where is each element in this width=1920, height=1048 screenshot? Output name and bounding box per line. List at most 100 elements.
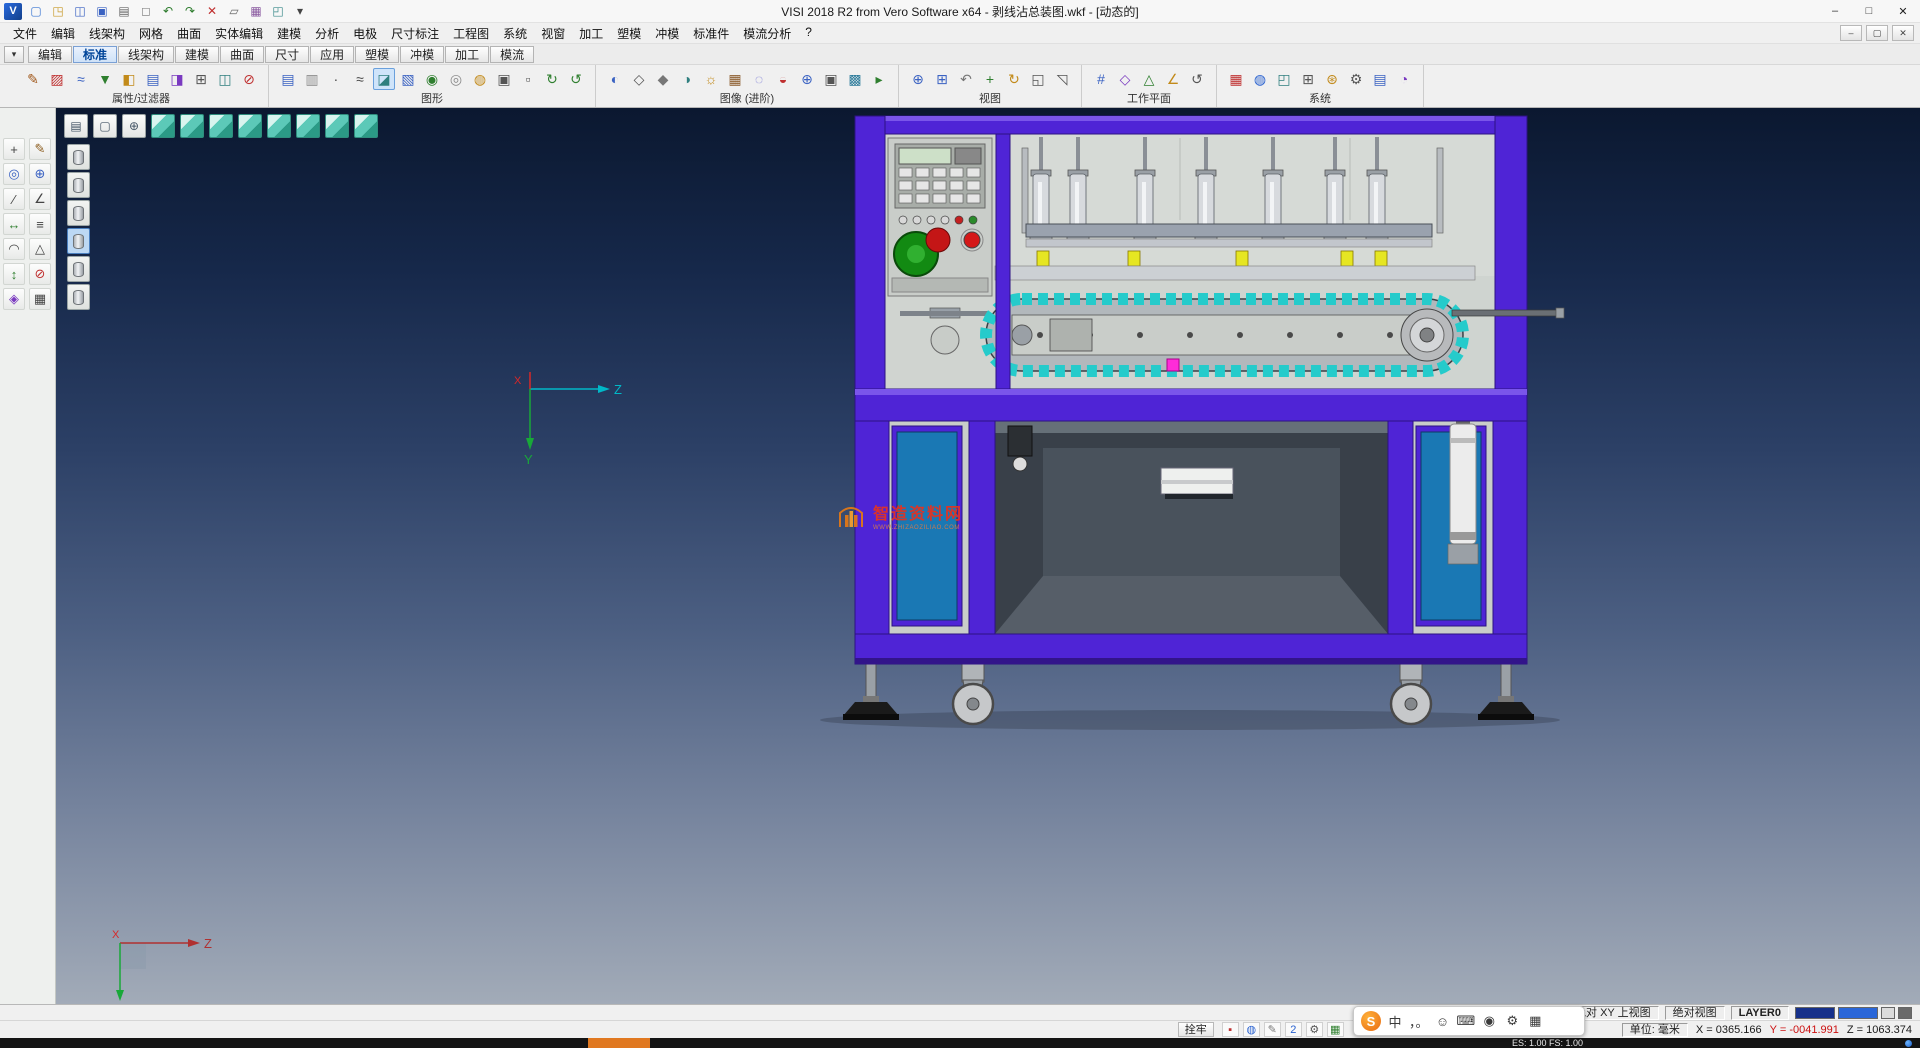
emoji-picker-icon[interactable]: ☺ bbox=[1434, 1011, 1452, 1031]
menu-网格[interactable]: 网格 bbox=[132, 23, 170, 44]
mdi-close-button[interactable]: ✕ bbox=[1892, 25, 1914, 41]
sogou-logo-icon[interactable]: S bbox=[1361, 1011, 1381, 1031]
measure-tool-icon[interactable]: ↔ bbox=[3, 213, 25, 235]
tab-加工[interactable]: 加工 bbox=[445, 46, 489, 63]
info-tool-icon[interactable]: ◈ bbox=[3, 288, 25, 310]
workplane-rotate-icon[interactable]: ∠ bbox=[1162, 68, 1184, 90]
rotate-view-icon[interactable]: ↻ bbox=[1003, 68, 1025, 90]
workplane-reset-icon[interactable]: ↺ bbox=[1186, 68, 1208, 90]
workplane-indicator-icon[interactable]: 2 bbox=[1285, 1022, 1302, 1037]
standard-views-icon[interactable]: ◱ bbox=[1027, 68, 1049, 90]
layer-stack-view-icon[interactable]: ▤ bbox=[64, 114, 88, 138]
ime-toolbox-icon[interactable]: ⚙ bbox=[1503, 1011, 1521, 1031]
type-filter-icon[interactable]: ◨ bbox=[166, 68, 188, 90]
open-file-icon[interactable]: ◳ bbox=[48, 2, 68, 21]
workplane-by-view-icon[interactable]: ◇ bbox=[1114, 68, 1136, 90]
tab-标准[interactable]: 标准 bbox=[73, 46, 117, 63]
filter-meshes-icon[interactable] bbox=[67, 284, 90, 310]
menu-塑模[interactable]: 塑模 bbox=[610, 23, 648, 44]
qat-dropdown-icon[interactable]: ▾ bbox=[290, 2, 310, 21]
front-view-icon[interactable] bbox=[238, 114, 262, 138]
mdi-minimize-button[interactable]: – bbox=[1840, 25, 1862, 41]
filter-solids-icon[interactable] bbox=[67, 256, 90, 282]
viewport-3d[interactable] bbox=[56, 108, 1920, 1004]
shaded-box-view-icon[interactable] bbox=[151, 114, 175, 138]
workplane-absolute-icon[interactable]: # bbox=[1090, 68, 1112, 90]
swatch-dark[interactable] bbox=[1898, 1007, 1912, 1019]
show-surfaces-icon[interactable]: ◪ bbox=[373, 68, 395, 90]
menu-曲面[interactable]: 曲面 bbox=[170, 23, 208, 44]
tab-编辑[interactable]: 编辑 bbox=[28, 46, 72, 63]
workplane-3-points-icon[interactable]: △ bbox=[1138, 68, 1160, 90]
transparency-icon[interactable]: ◌ bbox=[748, 68, 770, 90]
color-filter-icon[interactable]: ◧ bbox=[118, 68, 140, 90]
light-settings-icon[interactable]: ☼ bbox=[700, 68, 722, 90]
performance-icon[interactable]: ◔ bbox=[1393, 68, 1415, 90]
settings-indicator-icon[interactable]: ⚙ bbox=[1306, 1022, 1323, 1037]
system-options-icon[interactable]: ⚙ bbox=[1345, 68, 1367, 90]
active-color-swatch[interactable] bbox=[1795, 1007, 1835, 1019]
show-all-icon[interactable]: ◉ bbox=[421, 68, 443, 90]
element-filter-icon[interactable]: ▼ bbox=[94, 68, 116, 90]
menu-标准件[interactable]: 标准件 bbox=[686, 23, 736, 44]
color-palette-icon[interactable]: ▦ bbox=[1225, 68, 1247, 90]
tab-冲模[interactable]: 冲模 bbox=[400, 46, 444, 63]
hide-all-icon[interactable]: ◎ bbox=[445, 68, 467, 90]
redo-icon[interactable]: ↷ bbox=[180, 2, 200, 21]
filter-surfaces-icon[interactable] bbox=[67, 228, 90, 254]
show-curves-icon[interactable]: ≈ bbox=[349, 68, 371, 90]
angle-tool-icon[interactable]: ∠ bbox=[29, 188, 51, 210]
maximize-button[interactable]: □ bbox=[1852, 0, 1886, 22]
taskbar-app-indicator[interactable] bbox=[588, 1038, 650, 1048]
layer-filter-icon[interactable]: ▤ bbox=[142, 68, 164, 90]
center-snap-icon[interactable]: ⊕ bbox=[29, 163, 51, 185]
clear-filter-icon[interactable]: ⊘ bbox=[238, 68, 260, 90]
screen-config-icon[interactable]: ◰ bbox=[268, 2, 288, 21]
lock-toggle[interactable]: 拴牢 bbox=[1178, 1022, 1214, 1037]
network-icon[interactable] bbox=[1905, 1040, 1912, 1047]
filter-points-icon[interactable] bbox=[67, 172, 90, 198]
menu-模流分析[interactable]: 模流分析 bbox=[736, 23, 798, 44]
background-settings-icon[interactable]: ▩ bbox=[844, 68, 866, 90]
new-file-icon[interactable]: ▢ bbox=[26, 2, 46, 21]
menu-分析[interactable]: 分析 bbox=[308, 23, 346, 44]
isometric-view-icon[interactable]: ◹ bbox=[1051, 68, 1073, 90]
save-file-icon[interactable]: ◫ bbox=[70, 2, 90, 21]
snap-settings-icon[interactable]: ⊛ bbox=[1321, 68, 1343, 90]
zoom-previous-icon[interactable]: ↶ bbox=[955, 68, 977, 90]
view-status[interactable]: 绝对视图 bbox=[1665, 1006, 1725, 1020]
menu-电极[interactable]: 电极 bbox=[346, 23, 384, 44]
tab-尺寸[interactable]: 尺寸 bbox=[265, 46, 309, 63]
quick-select-icon[interactable]: ⊞ bbox=[190, 68, 212, 90]
isolate-elements-icon[interactable]: ◍ bbox=[469, 68, 491, 90]
plot-preview-icon[interactable]: ◻ bbox=[136, 2, 156, 21]
materials-icon[interactable]: ▦ bbox=[724, 68, 746, 90]
polygon-tool-icon[interactable]: △ bbox=[29, 238, 51, 260]
menu-尺寸标注[interactable]: 尺寸标注 bbox=[384, 23, 446, 44]
top-view-icon[interactable] bbox=[209, 114, 233, 138]
pan-view-icon[interactable]: + bbox=[979, 68, 1001, 90]
redraw-icon[interactable]: ↻ bbox=[541, 68, 563, 90]
grid-tool-icon[interactable]: ▦ bbox=[29, 288, 51, 310]
menu-系统[interactable]: 系统 bbox=[496, 23, 534, 44]
zoom-window-icon[interactable]: ⊞ bbox=[931, 68, 953, 90]
attributes-brush-icon[interactable]: ▨ bbox=[46, 68, 68, 90]
soft-keyboard-icon[interactable]: ⌨ bbox=[1457, 1011, 1476, 1031]
wireframe-box-view-icon[interactable]: ▢ bbox=[93, 114, 117, 138]
select-tool-icon[interactable]: + bbox=[3, 138, 25, 160]
world-settings-icon[interactable]: ◍ bbox=[1249, 68, 1271, 90]
list-tool-icon[interactable]: ≡ bbox=[29, 213, 51, 235]
edit-indicator-icon[interactable]: ✎ bbox=[1264, 1022, 1281, 1037]
copy-icon[interactable]: ▱ bbox=[224, 2, 244, 21]
selection-mask-icon[interactable]: ◫ bbox=[214, 68, 236, 90]
wireframe-view-icon[interactable]: ◇ bbox=[628, 68, 650, 90]
bottom-view-icon[interactable] bbox=[354, 114, 378, 138]
menu-视窗[interactable]: 视窗 bbox=[534, 23, 572, 44]
match-attributes-icon[interactable]: ≈ bbox=[70, 68, 92, 90]
regenerate-icon[interactable]: ↺ bbox=[565, 68, 587, 90]
world-indicator-icon[interactable]: ◍ bbox=[1243, 1022, 1260, 1037]
calculator-icon[interactable]: ▦ bbox=[246, 2, 266, 21]
tab-建模[interactable]: 建模 bbox=[175, 46, 219, 63]
right-view-icon[interactable] bbox=[267, 114, 291, 138]
input-mode-toggle[interactable]: 中 bbox=[1386, 1011, 1404, 1031]
